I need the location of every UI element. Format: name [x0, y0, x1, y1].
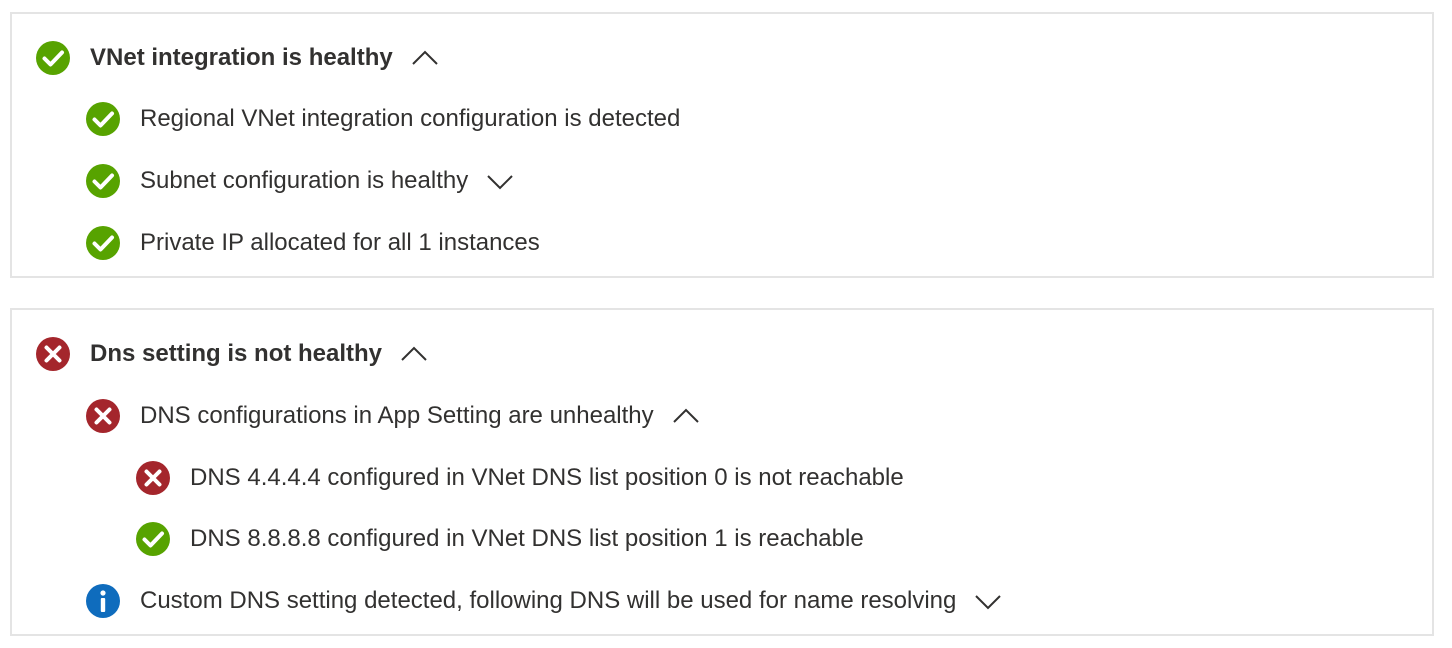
- list-item: Subnet configuration is healthy: [85, 161, 514, 201]
- success-check-icon: [135, 521, 171, 557]
- error-x-icon: [85, 398, 121, 434]
- success-check-icon: [85, 225, 121, 261]
- custom-dns-expander[interactable]: Custom DNS setting detected, following D…: [140, 581, 1002, 621]
- chevron-up-icon[interactable]: [411, 44, 439, 72]
- vnet-integration-header: VNet integration is healthy: [35, 38, 439, 78]
- vnet-integration-expander[interactable]: VNet integration is healthy: [90, 38, 439, 78]
- list-item: DNS configurations in App Setting are un…: [85, 396, 700, 436]
- info-icon: [85, 583, 121, 619]
- chevron-up-icon[interactable]: [400, 340, 428, 368]
- subnet-configuration-expander[interactable]: Subnet configuration is healthy: [140, 161, 514, 201]
- error-x-icon: [35, 336, 71, 372]
- chevron-up-icon[interactable]: [672, 402, 700, 430]
- chevron-down-icon[interactable]: [486, 167, 514, 195]
- dns-app-setting-label: DNS configurations in App Setting are un…: [140, 402, 654, 429]
- dns-setting-header-label: Dns setting is not healthy: [90, 340, 383, 367]
- custom-dns-label: Custom DNS setting detected, following D…: [140, 587, 957, 614]
- list-item: Regional VNet integration configuration …: [85, 99, 680, 139]
- list-item: DNS 4.4.4.4 configured in VNet DNS list …: [135, 458, 904, 498]
- vnet-integration-header-label: VNet integration is healthy: [90, 44, 393, 71]
- dns-4444-label: DNS 4.4.4.4 configured in VNet DNS list …: [190, 464, 904, 491]
- success-check-icon: [85, 163, 121, 199]
- regional-vnet-label: Regional VNet integration configuration …: [140, 105, 681, 132]
- subnet-configuration-label: Subnet configuration is healthy: [140, 167, 469, 194]
- vnet-integration-panel: VNet integration is healthy Regional VNe…: [10, 12, 1434, 278]
- success-check-icon: [35, 40, 71, 76]
- list-item: DNS 8.8.8.8 configured in VNet DNS list …: [135, 519, 864, 559]
- chevron-down-icon[interactable]: [974, 587, 1002, 615]
- dns-setting-panel: Dns setting is not healthy DNS configura…: [10, 308, 1434, 636]
- private-ip-label: Private IP allocated for all 1 instances: [140, 229, 540, 256]
- dns-8888-label: DNS 8.8.8.8 configured in VNet DNS list …: [190, 525, 864, 552]
- dns-setting-header: Dns setting is not healthy: [35, 334, 428, 374]
- list-item: Private IP allocated for all 1 instances: [85, 223, 540, 263]
- list-item: Custom DNS setting detected, following D…: [85, 581, 1002, 621]
- error-x-icon: [135, 460, 171, 496]
- dns-app-setting-expander[interactable]: DNS configurations in App Setting are un…: [140, 396, 700, 436]
- success-check-icon: [85, 101, 121, 137]
- dns-setting-expander[interactable]: Dns setting is not healthy: [90, 334, 428, 374]
